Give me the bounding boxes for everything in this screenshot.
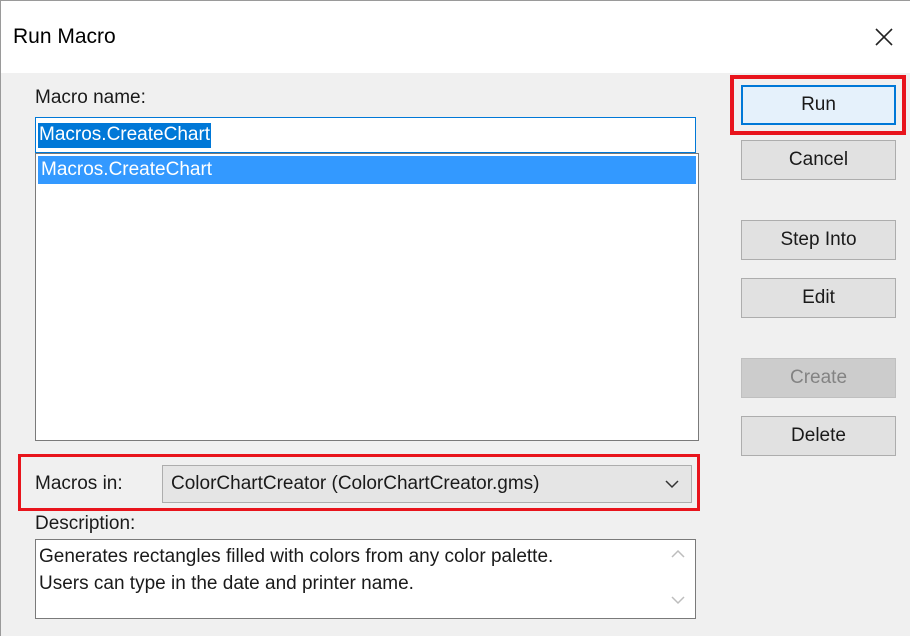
cancel-button[interactable]: Cancel [741,140,896,180]
run-button[interactable]: Run [741,85,896,125]
macros-in-select[interactable]: ColorChartCreator (ColorChartCreator.gms… [162,465,692,503]
macros-in-value: ColorChartCreator (ColorChartCreator.gms… [171,473,540,494]
close-button[interactable] [861,17,907,57]
list-item[interactable]: Macros.CreateChart [38,156,696,184]
macros-in-label: Macros in: [35,473,123,494]
chevron-down-icon [665,480,679,489]
delete-button[interactable]: Delete [741,416,896,456]
macro-name-input[interactable]: Macros.CreateChart [35,117,696,153]
macro-name-value: Macros.CreateChart [38,122,212,148]
step-into-button[interactable]: Step Into [741,220,896,260]
title-bar: Run Macro [1,1,910,73]
run-macro-dialog: Run Macro Macro name: Macros.CreateChart… [0,0,910,636]
edit-button[interactable]: Edit [741,278,896,318]
description-scrollbar[interactable] [662,541,694,617]
scroll-down-icon[interactable] [670,595,686,605]
create-button: Create [741,358,896,398]
close-icon [875,28,893,46]
description-line: Generates rectangles filled with colors … [39,546,554,567]
description-line: Users can type in the date and printer n… [39,573,414,594]
description-box: Generates rectangles filled with colors … [35,539,696,619]
description-label: Description: [35,513,136,534]
dialog-title: Run Macro [13,25,116,48]
scroll-up-icon[interactable] [670,549,686,559]
macro-name-label: Macro name: [35,87,146,108]
macro-list[interactable]: Macros.CreateChart [35,153,699,441]
